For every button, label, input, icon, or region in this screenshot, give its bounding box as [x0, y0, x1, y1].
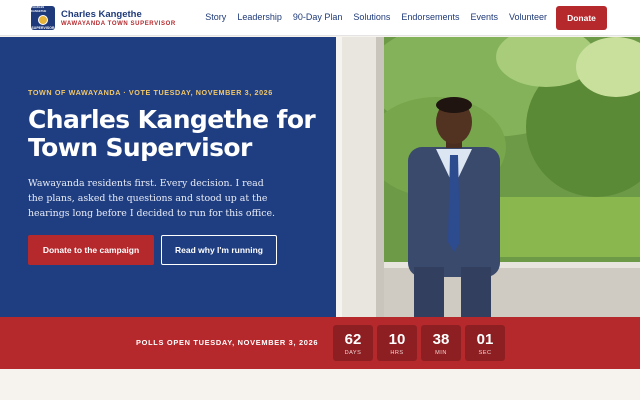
countdown-seconds-unit: SEC — [478, 349, 492, 356]
hero-eyebrow: TOWN OF WAWAYANDA · VOTE TUESDAY, NOVEMB… — [28, 88, 273, 97]
brand-name[interactable]: Charles Kangethe — [61, 9, 142, 20]
countdown-minutes-unit: MIN — [435, 349, 447, 356]
countdown-hours: 10 HRS — [377, 325, 417, 361]
countdown-minutes: 38 MIN — [421, 325, 461, 361]
hero-headline: Charles Kangethe for Town Supervisor — [28, 105, 316, 162]
header-donate-button[interactable]: Donate — [556, 6, 607, 30]
page-continuation — [0, 369, 640, 400]
countdown-strip: POLLS OPEN TUESDAY, NOVEMBER 3, 2026 62 … — [0, 317, 640, 369]
polls-open-label: POLLS OPEN TUESDAY, NOVEMBER 3, 2026 — [136, 338, 319, 347]
nav-endorsements[interactable]: Endorsements — [401, 12, 459, 22]
candidate-photo — [336, 37, 640, 317]
campaign-logo[interactable]: CHARLES KANGETHE SUPERVISOR — [31, 6, 55, 30]
countdown-days-unit: DAYS — [344, 349, 362, 356]
countdown-days-value: 62 — [344, 330, 362, 348]
nav-leadership[interactable]: Leadership — [237, 12, 282, 22]
nav-90-day-plan[interactable]: 90-Day Plan — [293, 12, 343, 22]
seal-icon — [38, 15, 48, 25]
logo-text-top: CHARLES KANGETHE — [31, 6, 47, 13]
countdown-seconds: 01 SEC — [465, 325, 505, 361]
countdown-seconds-value: 01 — [476, 330, 494, 348]
countdown-days: 62 DAYS — [333, 325, 373, 361]
countdown-hours-unit: HRS — [390, 349, 404, 356]
donate-campaign-button[interactable]: Donate to the campaign — [28, 235, 154, 265]
nav-events[interactable]: Events — [470, 12, 498, 22]
countdown-minutes-value: 38 — [432, 330, 450, 348]
hero-text-panel: TOWN OF WAWAYANDA · VOTE TUESDAY, NOVEMB… — [0, 37, 336, 317]
nav-story[interactable]: Story — [205, 12, 226, 22]
candidate-photo-illustration — [336, 37, 640, 317]
site-header: CHARLES KANGETHE SUPERVISOR Charles Kang… — [0, 0, 640, 36]
hero-section: TOWN OF WAWAYANDA · VOTE TUESDAY, NOVEMB… — [0, 37, 640, 317]
nav-volunteer[interactable]: Volunteer — [509, 12, 547, 22]
hero-lede: Wawayanda residents first. Every decisio… — [28, 178, 276, 219]
logo-text-bottom: SUPERVISOR — [31, 26, 55, 30]
main-nav: Story Leadership 90-Day Plan Solutions E… — [194, 12, 547, 22]
read-why-button[interactable]: Read why I'm running — [161, 235, 277, 265]
countdown-hours-value: 10 — [388, 330, 406, 348]
brand-subtitle: WAWAYANDA TOWN SUPERVISOR — [61, 21, 176, 27]
nav-solutions[interactable]: Solutions — [353, 12, 390, 22]
